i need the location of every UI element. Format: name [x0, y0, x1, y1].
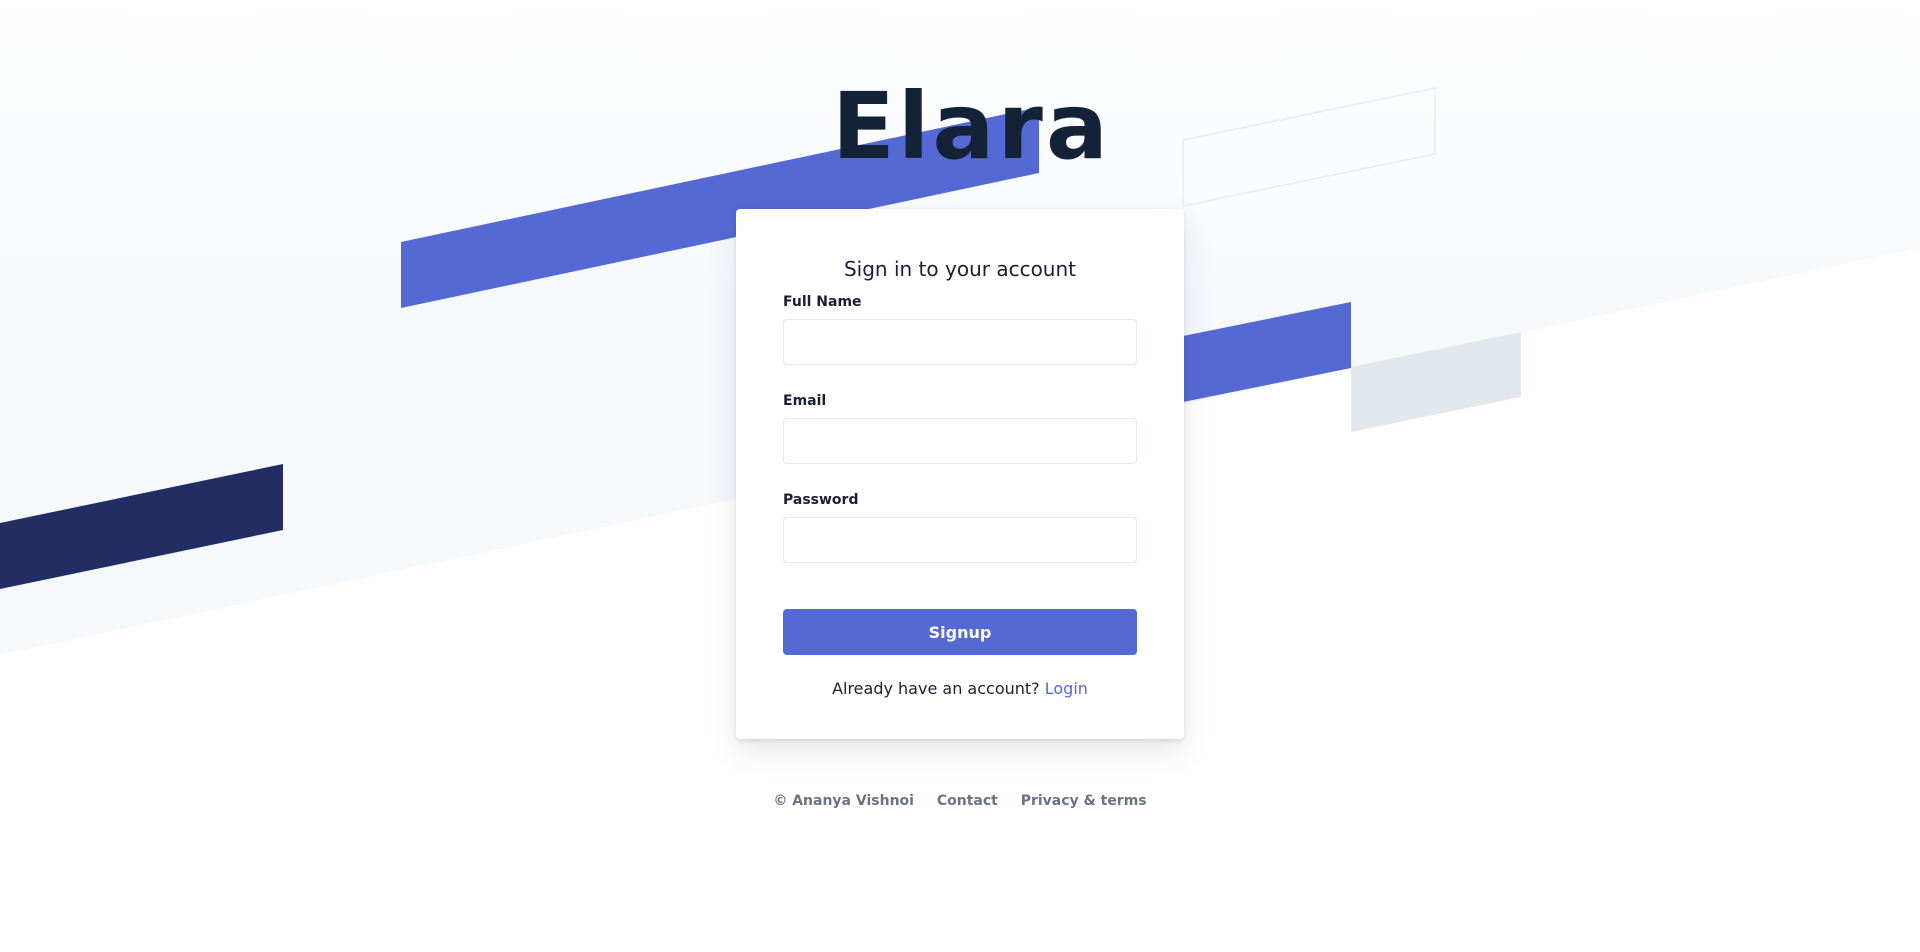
- footer-contact-link[interactable]: Contact: [937, 793, 998, 809]
- password-input[interactable]: [783, 517, 1137, 563]
- password-label: Password: [783, 492, 859, 508]
- footer: © Ananya Vishnoi Contact Privacy & terms: [0, 793, 1920, 809]
- footer-copyright: © Ananya Vishnoi: [773, 793, 914, 809]
- brand-logo: Elara: [832, 73, 1111, 180]
- email-input[interactable]: [783, 418, 1137, 464]
- login-link[interactable]: Login: [1045, 679, 1088, 698]
- signup-button[interactable]: Signup: [783, 609, 1137, 655]
- email-group: Email: [783, 393, 1137, 464]
- footer-privacy-link[interactable]: Privacy & terms: [1021, 793, 1147, 809]
- email-label: Email: [783, 393, 827, 409]
- full-name-label: Full Name: [783, 294, 862, 310]
- password-group: Password: [783, 492, 1137, 563]
- full-name-group: Full Name: [783, 294, 1137, 365]
- login-prompt: Already have an account? Login: [783, 679, 1137, 699]
- page: Elara Sign in to your account Full Name …: [0, 0, 1920, 952]
- signin-card: Sign in to your account Full Name Email …: [736, 209, 1184, 739]
- form-title: Sign in to your account: [843, 257, 1076, 281]
- login-prompt-text: Already have an account?: [832, 679, 1040, 698]
- full-name-input[interactable]: [783, 319, 1137, 365]
